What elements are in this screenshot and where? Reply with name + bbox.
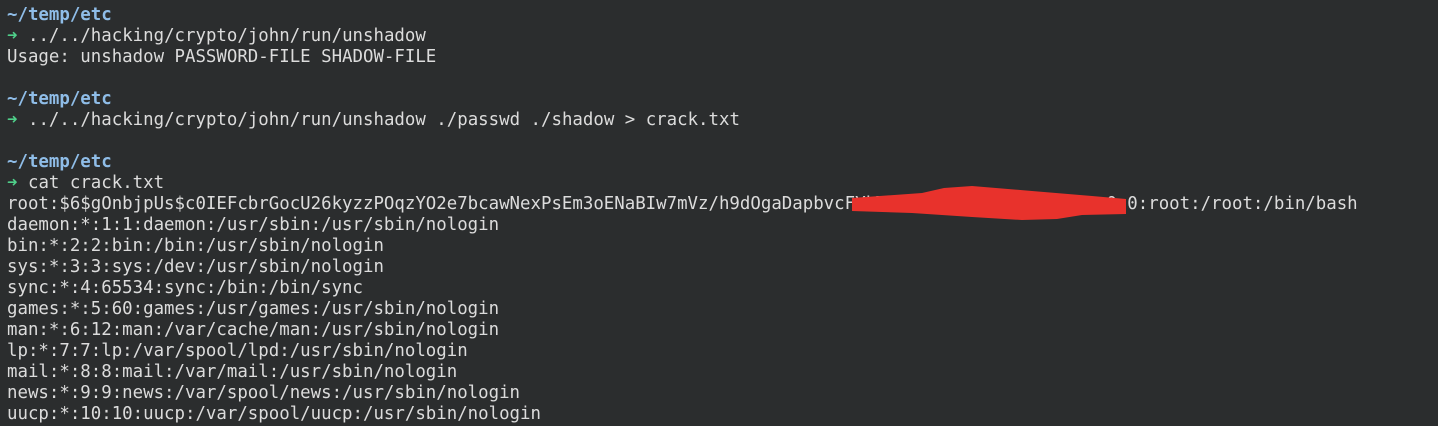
cwd-line: ~/temp/etc bbox=[7, 152, 1438, 173]
terminal-window[interactable]: ~/temp/etc ➜ ../../hacking/crypto/john/r… bbox=[0, 0, 1438, 426]
output-line: bin:*:2:2:bin:/bin:/usr/sbin/nologin bbox=[7, 236, 384, 256]
command-text: ../../hacking/crypto/john/run/unshadow bbox=[27, 26, 426, 46]
output-line: news:*:9:9:news:/var/spool/news:/usr/sbi… bbox=[7, 383, 521, 403]
cwd-path: ~/temp/etc bbox=[7, 5, 112, 25]
cwd-path: ~/temp/etc bbox=[7, 89, 112, 109]
prompt-arrow-icon: ➜ bbox=[7, 26, 18, 46]
output-line: uucp:*:10:10:uucp:/var/spool/uucp:/usr/s… bbox=[7, 404, 541, 424]
output-line: Usage: unshadow PASSWORD-FILE SHADOW-FIL… bbox=[7, 47, 437, 67]
output-line: lp:*:7:7:lp:/var/spool/lpd:/usr/sbin/nol… bbox=[7, 341, 468, 361]
output-line-root: root:$6$gOnbjpUs$c0IEFcbrGocU26kyzzPOqzY… bbox=[7, 194, 1358, 214]
output-line: games:*:5:60:games:/usr/games:/usr/sbin/… bbox=[7, 299, 500, 319]
cwd-line: ~/temp/etc bbox=[7, 89, 1438, 110]
command-text: ../../hacking/crypto/john/run/unshadow .… bbox=[27, 110, 740, 130]
output-line: sys:*:3:3:sys:/dev:/usr/sbin/nologin bbox=[7, 257, 384, 277]
command-text: cat crack.txt bbox=[27, 173, 165, 193]
output-line: mail:*:8:8:mail:/var/mail:/usr/sbin/nolo… bbox=[7, 362, 458, 382]
output-line: daemon:*:1:1:daemon:/usr/sbin:/usr/sbin/… bbox=[7, 215, 500, 235]
prompt-arrow-icon: ➜ bbox=[7, 110, 18, 130]
prompt-line: ➜ ../../hacking/crypto/john/run/unshadow bbox=[7, 26, 1438, 47]
prompt-line: ➜ cat crack.txt bbox=[7, 173, 1438, 194]
output-line: man:*:6:12:man:/var/cache/man:/usr/sbin/… bbox=[7, 320, 500, 340]
cwd-line: ~/temp/etc bbox=[7, 5, 1438, 26]
cwd-path: ~/temp/etc bbox=[7, 152, 112, 172]
prompt-arrow-icon: ➜ bbox=[7, 173, 18, 193]
prompt-line: ➜ ../../hacking/crypto/john/run/unshadow… bbox=[7, 110, 1438, 131]
output-line: sync:*:4:65534:sync:/bin:/bin/sync bbox=[7, 278, 363, 298]
